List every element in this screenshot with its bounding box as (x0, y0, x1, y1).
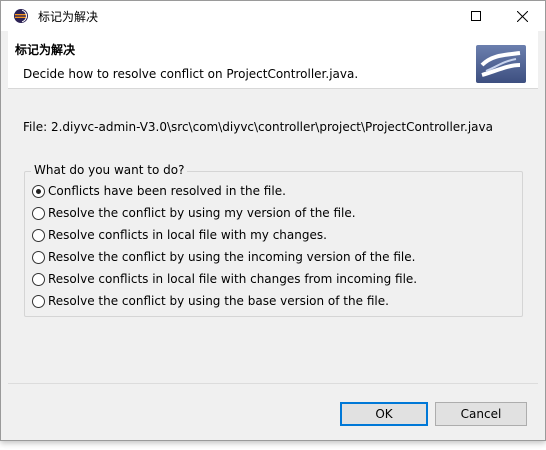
minimize-button[interactable] (407, 1, 453, 31)
radio-button[interactable] (32, 294, 45, 308)
radio-option-my-version[interactable]: Resolve the conflict by using my version… (32, 204, 356, 222)
radio-option-resolved[interactable]: Conflicts have been resolved in the file… (32, 182, 286, 200)
radio-button[interactable] (32, 206, 45, 220)
close-icon (516, 10, 528, 22)
header-banner: 标记为解决 Decide how to resolve conflict on … (8, 31, 538, 89)
window-title: 标记为解决 (38, 10, 99, 24)
radio-button[interactable] (32, 272, 45, 286)
radio-label: Conflicts have been resolved in the file… (48, 184, 286, 198)
ok-button[interactable]: OK (340, 402, 428, 426)
file-path-label: File: 2.diyvc-admin-V3.0\src\com\diyvc\c… (23, 120, 493, 134)
close-button[interactable] (499, 1, 545, 31)
radio-label: Resolve the conflict by using my version… (48, 206, 356, 220)
radio-label: Resolve the conflict by using the incomi… (48, 250, 416, 264)
maximize-button[interactable] (453, 1, 499, 31)
radio-option-base-version[interactable]: Resolve the conflict by using the base v… (32, 292, 389, 310)
eclipse-app-icon (14, 9, 28, 23)
radio-option-local-my-changes[interactable]: Resolve conflicts in local file with my … (32, 226, 327, 244)
banner-title: 标记为解决 (15, 43, 76, 57)
footer-divider (8, 383, 538, 384)
cancel-button[interactable]: Cancel (435, 402, 527, 426)
svn-merge-logo-icon (476, 45, 526, 83)
resolve-dialog: 标记为解决 标记为解决 Decide how to resolve confli… (0, 0, 546, 441)
title-bar: 标记为解决 (1, 1, 545, 31)
radio-button[interactable] (32, 228, 45, 242)
radio-button-checked[interactable] (32, 184, 45, 198)
radio-option-incoming-version[interactable]: Resolve the conflict by using the incomi… (32, 248, 415, 266)
banner-description: Decide how to resolve conflict on Projec… (23, 67, 359, 81)
radio-button[interactable] (32, 250, 45, 264)
maximize-icon (471, 11, 481, 21)
minimize-icon (425, 15, 435, 17)
radio-label: Resolve the conflict by using the base v… (48, 294, 389, 308)
options-legend: What do you want to do? (31, 163, 188, 177)
radio-label: Resolve conflicts in local file with cha… (48, 272, 418, 286)
radio-option-local-incoming-changes[interactable]: Resolve conflicts in local file with cha… (32, 270, 417, 288)
radio-label: Resolve conflicts in local file with my … (48, 228, 327, 242)
